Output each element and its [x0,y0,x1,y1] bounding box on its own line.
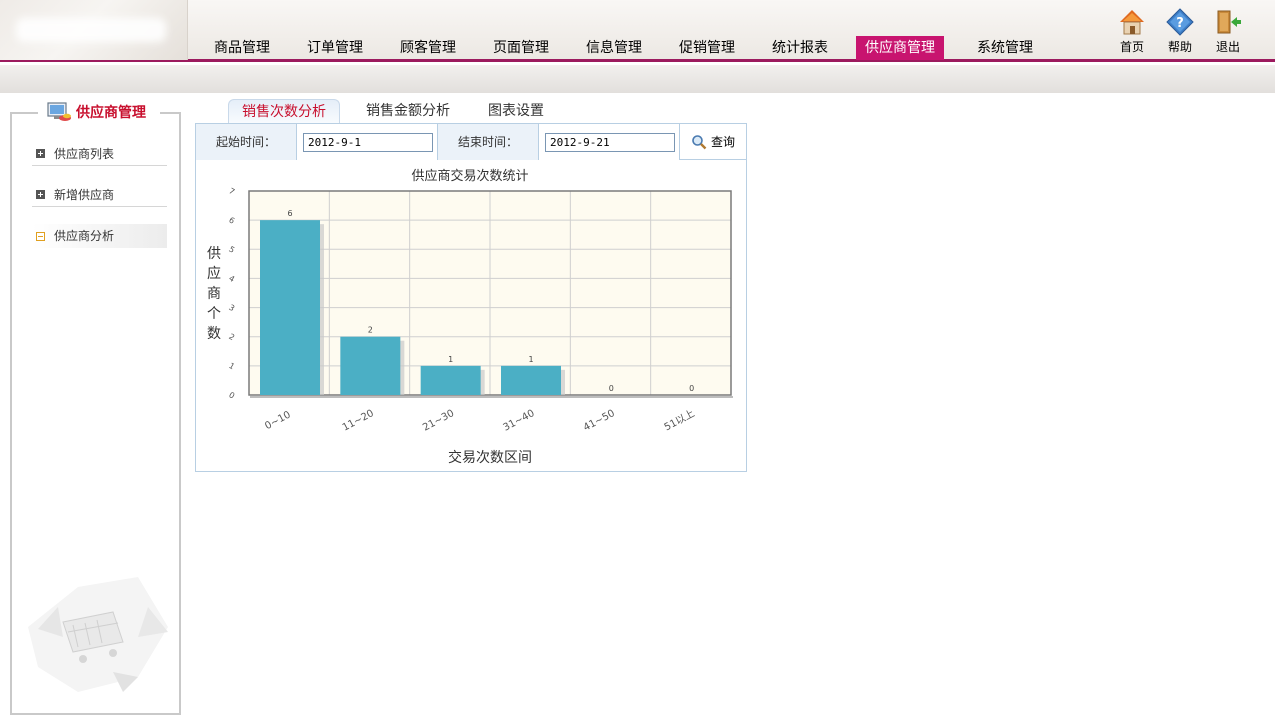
nav-item-orders[interactable]: 订单管理 [298,36,372,60]
data-label: 1 [448,355,453,364]
chart-ylabel: 供应商个数 [207,246,221,342]
x-tick-label: 31~40 [501,408,536,434]
data-label: 2 [368,326,373,335]
analysis-tabs: 销售次数分析 销售金额分析 图表设置 [228,99,569,123]
sidebar-item-label: 新增供应商 [54,187,115,202]
data-label: 6 [287,209,292,218]
sidebar-item-add-supplier[interactable]: 新增供应商 [32,183,167,207]
sidebar-item-label: 供应商分析 [54,229,115,243]
nav-item-info[interactable]: 信息管理 [577,36,651,60]
sidebar-title: 供应商管理 [42,99,150,125]
shopping-cart-decoration-icon [28,577,168,692]
toolbar-icons: 首页 ? 帮助 退出 [1108,8,1252,55]
data-label: 0 [689,384,694,393]
start-time-cell [296,124,438,160]
home-icon [1120,10,1144,35]
help-icon: ? [1166,8,1194,36]
nav-item-system[interactable]: 系统管理 [968,36,1042,60]
sidebar-item-label: 供应商列表 [54,146,115,161]
plot-area: 0 1 2 3 4 5 6 7 6 0~10 2 11~20 1 21~30 1 31~40 0 41~50 0 51… [227,186,733,434]
help-label: 帮助 [1167,40,1192,54]
y-tick-label: 3 [227,303,236,313]
expand-icon [36,190,45,199]
exit-button[interactable]: 退出 [1204,8,1252,55]
svg-text:?: ? [1176,16,1184,31]
query-label: 查询 [711,135,736,149]
y-tick-label: 2 [227,332,236,342]
date-filter-bar: 起始时间： 结束时间： 查询 [196,124,746,160]
bar [420,365,481,395]
nav-item-reports[interactable]: 统计报表 [763,36,837,60]
data-label: 0 [609,384,614,393]
chart-xlabel: 交易次数区间 [448,449,532,466]
bar [501,365,561,395]
exit-label: 退出 [1215,40,1240,54]
tab-sales-amount[interactable]: 销售金额分析 [353,99,463,123]
query-button[interactable]: 查询 [691,124,735,160]
nav-item-products[interactable]: 商品管理 [205,36,279,60]
collapse-icon [36,231,45,241]
nav-item-promotions[interactable]: 促销管理 [670,36,744,60]
end-time-cell [538,124,680,160]
nav-item-suppliers[interactable]: 供应商管理 [856,36,944,60]
bar [340,336,401,395]
end-time-label: 结束时间： [438,124,538,160]
start-date-input[interactable] [303,133,433,152]
sidebar-item-supplier-analysis[interactable]: 供应商分析 [32,224,167,248]
bar [260,220,320,395]
y-tick-label: 6 [227,215,236,225]
help-button[interactable]: ? 帮助 [1156,8,1204,55]
x-tick-label: 0~10 [263,409,292,432]
chart-title: 供应商交易次数统计 [411,168,528,184]
supplier-transaction-chart: 供应商交易次数统计 交易次数区间 供应商个数 0 1 2 3 4 5 6 7 6 0~10 2 11~… [207,168,733,466]
x-tick-label: 41~50 [582,408,617,434]
home-button[interactable]: 首页 [1108,8,1156,55]
top-header: 商品管理 订单管理 顾客管理 页面管理 信息管理 促销管理 统计报表 供应商管理… [0,0,1275,62]
x-tick-label: 21~30 [421,408,456,434]
y-tick-label: 4 [227,274,236,284]
logo [0,0,188,60]
y-tick-label: 7 [227,186,236,196]
monitor-icon [47,102,71,121]
magnifier-icon [692,135,707,150]
tab-chart-settings[interactable]: 图表设置 [475,99,557,123]
main-nav: 商品管理 订单管理 顾客管理 页面管理 信息管理 促销管理 统计报表 供应商管理… [205,36,1061,60]
y-tick-label: 0 [227,390,236,400]
sidebar-title-text: 供应商管理 [76,105,146,121]
x-tick-label: 51以上 [662,407,697,433]
sidebar-item-supplier-list[interactable]: 供应商列表 [32,142,167,166]
start-time-label: 起始时间： [196,124,296,160]
expand-icon [36,149,45,158]
y-tick-label: 5 [227,245,236,255]
x-tick-label: 11~20 [341,408,376,434]
nav-item-customers[interactable]: 顾客管理 [391,36,465,60]
data-label: 1 [528,355,533,364]
y-tick-label: 1 [227,361,236,371]
analysis-panel: 起始时间： 结束时间： 查询 供应商交易次数统计 交易次数区间 供应商个数 0 1… [195,123,747,472]
home-label: 首页 [1119,40,1144,54]
sub-header-bar [0,65,1275,93]
sidebar: 供应商管理 供应商列表 新增供应商 供应商分析 [10,99,181,715]
exit-icon [1217,10,1241,34]
nav-item-pages[interactable]: 页面管理 [484,36,558,60]
end-date-input[interactable] [545,133,675,152]
tab-sales-count[interactable]: 销售次数分析 [228,99,340,123]
